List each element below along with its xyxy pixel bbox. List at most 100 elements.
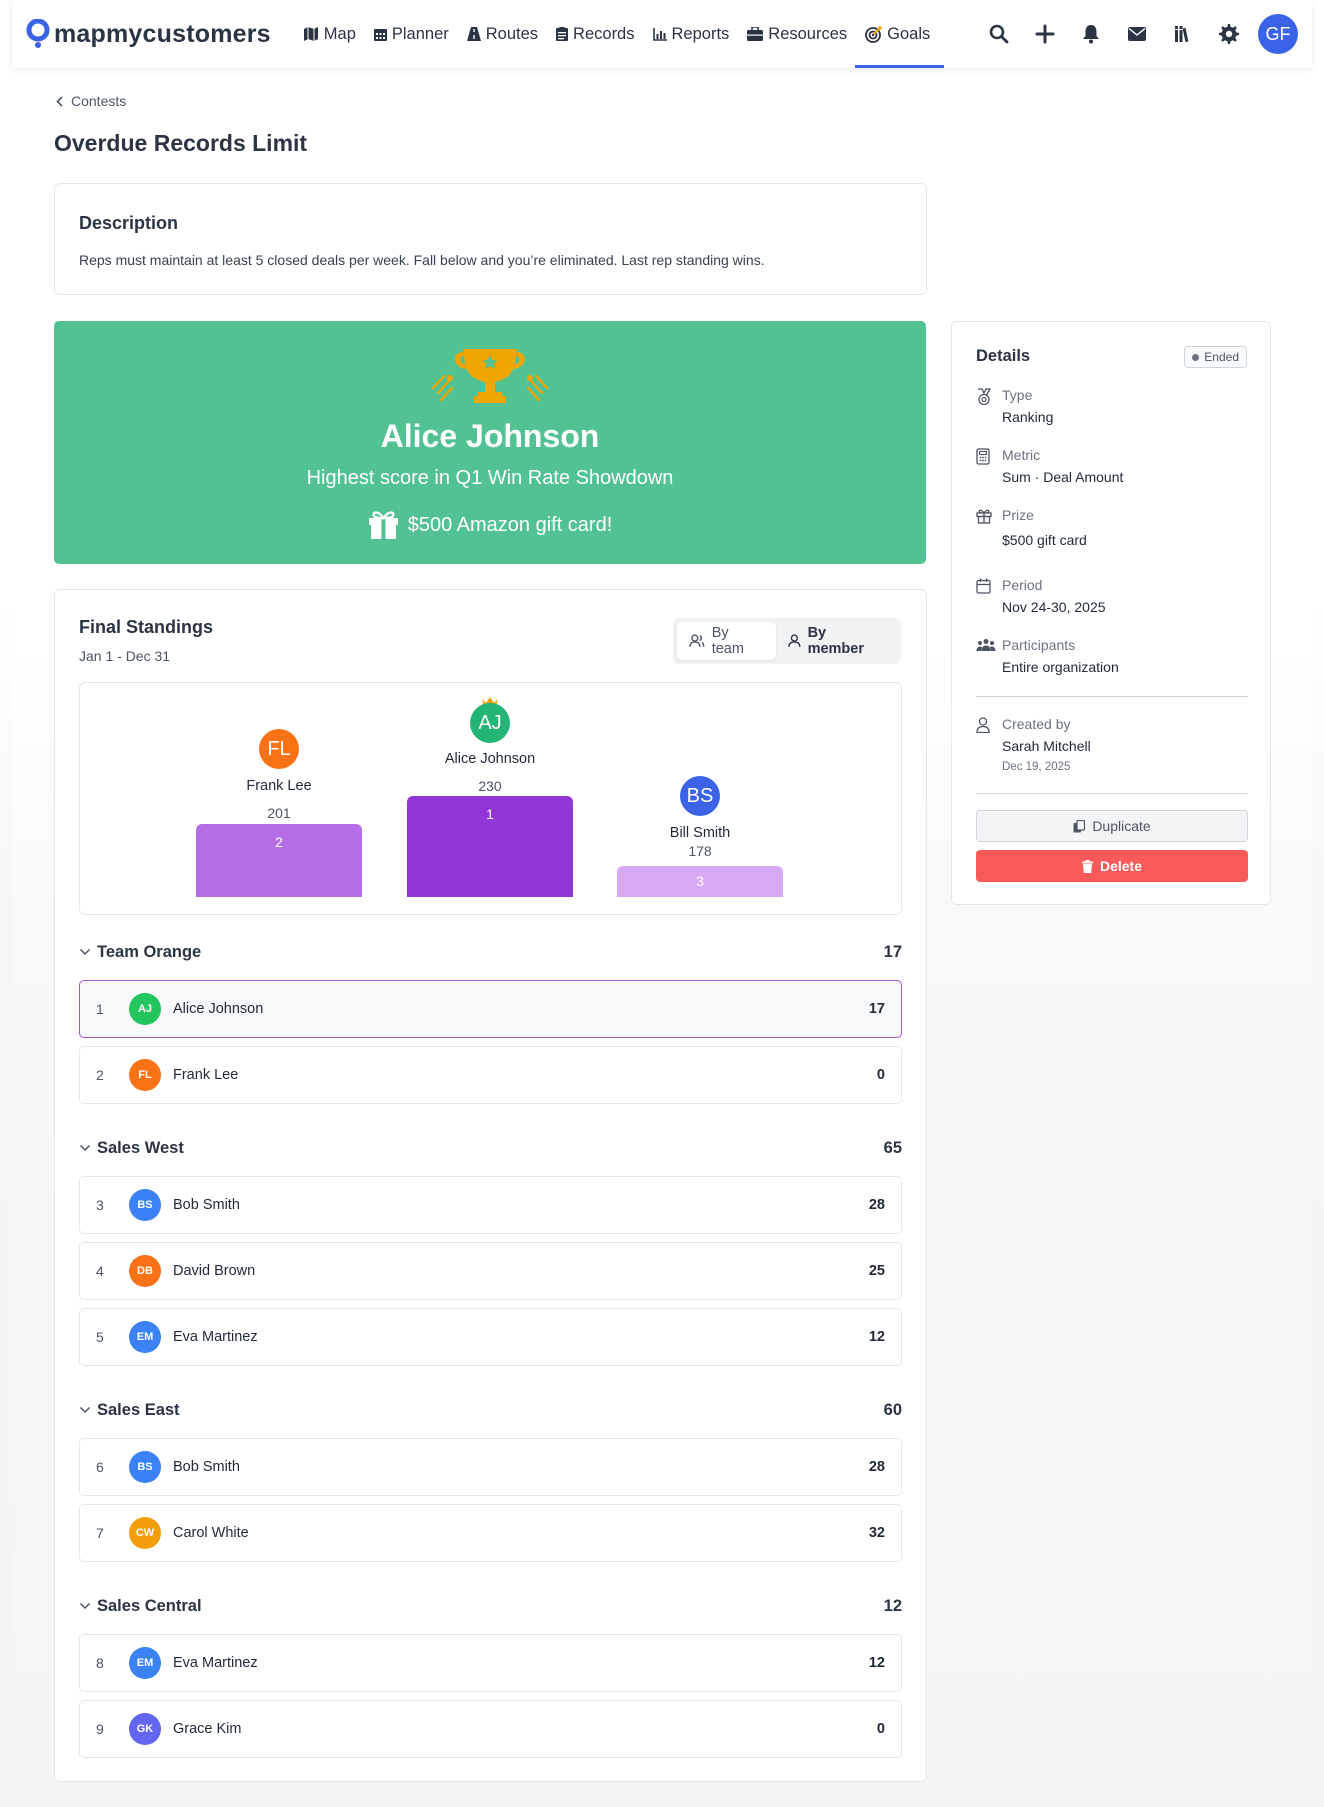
row-rank: 7 bbox=[96, 1525, 104, 1541]
avatar: EM bbox=[129, 1321, 161, 1353]
gift-icon bbox=[976, 509, 992, 524]
podium-score: 230 bbox=[478, 778, 502, 794]
nav-item-label: Reports bbox=[671, 24, 730, 43]
group-name: Sales East bbox=[97, 1400, 180, 1419]
duplicate-button[interactable]: Duplicate bbox=[976, 810, 1248, 842]
group-header[interactable]: Team Orange 17 bbox=[79, 938, 902, 966]
winner-banner: Alice Johnson Highest score in Q1 Win Ra… bbox=[54, 321, 926, 564]
table-row[interactable]: 4 DB David Brown 25 bbox=[79, 1242, 902, 1300]
podium-name: Alice Johnson bbox=[444, 751, 536, 767]
group-icon bbox=[976, 639, 996, 651]
nav-item-goals[interactable]: Goals bbox=[855, 0, 945, 68]
user-icon bbox=[788, 634, 801, 647]
records-icon bbox=[556, 27, 569, 41]
row-name: Alice Johnson bbox=[173, 1001, 264, 1017]
copy-icon bbox=[1073, 819, 1086, 832]
detail-label: Participants bbox=[1002, 637, 1076, 653]
row-rank: 5 bbox=[96, 1329, 104, 1345]
table-row[interactable]: 8 EM Eva Martinez 12 bbox=[79, 1634, 902, 1692]
table-row[interactable]: 7 CW Carol White 32 bbox=[79, 1504, 902, 1562]
row-name: Eva Martinez bbox=[173, 1329, 258, 1345]
avatar: EM bbox=[129, 1647, 161, 1679]
row-score: 25 bbox=[868, 1263, 885, 1279]
nav-item-routes[interactable]: Routes bbox=[466, 0, 539, 68]
nav-item-label: Goals bbox=[887, 24, 931, 43]
trophy-icon bbox=[431, 349, 549, 403]
podium-name: Frank Lee bbox=[246, 778, 312, 794]
details-title: Details bbox=[976, 347, 1031, 365]
medal-icon bbox=[978, 388, 992, 406]
created-date: Dec 19, 2025 bbox=[1002, 761, 1071, 773]
podium-score: 178 bbox=[688, 843, 712, 859]
podium-score: 201 bbox=[267, 805, 291, 821]
avatar: CW bbox=[129, 1517, 161, 1549]
standings-title: Final Standings bbox=[79, 617, 214, 637]
target-icon bbox=[865, 25, 882, 43]
group-score: 12 bbox=[883, 1596, 902, 1615]
table-row[interactable]: 5 EM Eva Martinez 12 bbox=[79, 1308, 902, 1366]
table-row[interactable]: 6 BS Bob Smith 28 bbox=[79, 1438, 902, 1496]
group-name: Sales Central bbox=[97, 1596, 202, 1615]
podium-place: 1 bbox=[486, 806, 494, 822]
detail-type: Type Ranking bbox=[976, 387, 1246, 427]
description-text: Reps must maintain at least 5 closed dea… bbox=[79, 252, 765, 268]
user-icon bbox=[976, 717, 990, 733]
mail-icon[interactable] bbox=[1114, 11, 1160, 57]
nav-item-reports[interactable]: Reports bbox=[652, 0, 730, 68]
row-name: Grace Kim bbox=[173, 1721, 242, 1737]
avatar: FL bbox=[129, 1059, 161, 1091]
nav-item-records[interactable]: Records bbox=[556, 0, 635, 68]
avatar: DB bbox=[129, 1255, 161, 1287]
nav-item-label: Resources bbox=[768, 24, 848, 43]
by-member-button[interactable]: By member bbox=[776, 622, 897, 660]
view-toggle: By team By member bbox=[673, 618, 901, 664]
podium-name: Bill Smith bbox=[669, 825, 731, 841]
group-header[interactable]: Sales East 60 bbox=[79, 1396, 902, 1424]
gift-icon bbox=[368, 511, 398, 539]
plus-icon[interactable] bbox=[1022, 11, 1068, 57]
group-score: 60 bbox=[883, 1400, 902, 1419]
by-team-label: By team bbox=[711, 625, 744, 657]
nav-item-label: Planner bbox=[391, 24, 449, 43]
library-icon[interactable] bbox=[1160, 11, 1206, 57]
table-row[interactable]: 1 AJ Alice Johnson 17 bbox=[79, 980, 902, 1038]
chevron-down-icon bbox=[79, 1144, 91, 1152]
user-avatar[interactable]: GF bbox=[1258, 14, 1298, 54]
row-name: Carol White bbox=[173, 1525, 249, 1541]
detail-value: $500 gift card bbox=[1002, 532, 1087, 548]
row-rank: 9 bbox=[96, 1721, 104, 1737]
group-header[interactable]: Sales West 65 bbox=[79, 1134, 902, 1162]
calendar-icon bbox=[373, 29, 387, 41]
description-title: Description bbox=[79, 213, 179, 233]
podium-bar: 1 bbox=[407, 796, 573, 897]
winner-subtitle: Highest score in Q1 Win Rate Showdown bbox=[306, 467, 674, 489]
nav-item-label: Routes bbox=[485, 24, 539, 43]
detail-created: Created by Sarah Mitchell Dec 19, 2025 bbox=[976, 716, 1246, 776]
avatar: BS bbox=[129, 1451, 161, 1483]
search-icon[interactable] bbox=[976, 11, 1022, 57]
table-row[interactable]: 2 FL Frank Lee 0 bbox=[79, 1046, 902, 1104]
group-name: Sales West bbox=[97, 1138, 184, 1157]
nav-item-planner[interactable]: Planner bbox=[373, 0, 449, 68]
logo-pin-icon bbox=[26, 19, 50, 48]
row-rank: 2 bbox=[96, 1067, 104, 1083]
row-name: Bob Smith bbox=[173, 1197, 240, 1213]
breadcrumb[interactable]: Contests bbox=[56, 93, 126, 109]
row-score: 28 bbox=[868, 1459, 885, 1475]
logo[interactable]: mapmycustomers bbox=[26, 19, 271, 49]
group-header[interactable]: Sales Central 12 bbox=[79, 1592, 902, 1620]
delete-button[interactable]: Delete bbox=[976, 850, 1248, 882]
detail-value: Ranking bbox=[1002, 409, 1054, 425]
nav-item-resources[interactable]: Resources bbox=[747, 0, 847, 68]
bell-icon[interactable] bbox=[1068, 11, 1114, 57]
chevron-down-icon bbox=[79, 1602, 91, 1610]
table-row[interactable]: 9 GK Grace Kim 0 bbox=[79, 1700, 902, 1758]
row-score: 0 bbox=[876, 1067, 885, 1083]
podium-avatar: AJ bbox=[470, 703, 510, 743]
nav-item-map[interactable]: Map bbox=[303, 0, 356, 68]
by-team-button[interactable]: By team bbox=[677, 622, 776, 660]
table-row[interactable]: 3 BS Bob Smith 28 bbox=[79, 1176, 902, 1234]
calendar-icon bbox=[976, 578, 991, 594]
gear-icon[interactable] bbox=[1206, 11, 1252, 57]
standings-card: Final Standings Jan 1 - Dec 31 By team B… bbox=[54, 589, 927, 1782]
